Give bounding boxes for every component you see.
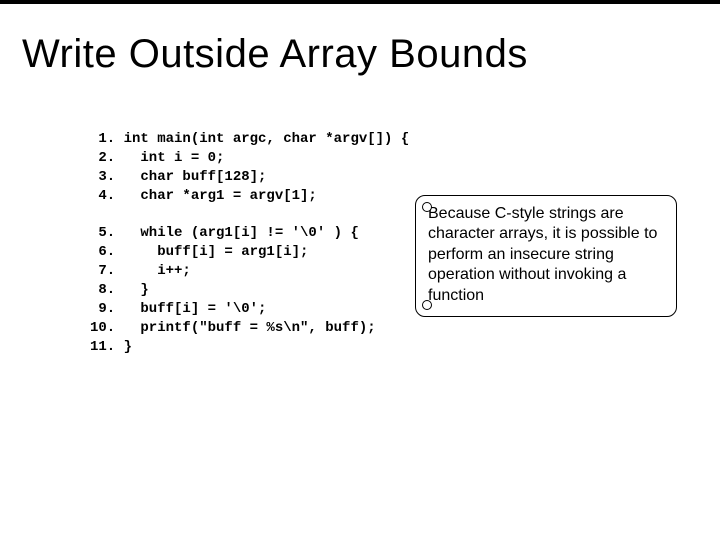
callout-bubble-icon	[422, 300, 432, 310]
code-block: 1. int main(int argc, char *argv[]) { 2.…	[90, 130, 409, 357]
code-line: 8. }	[90, 282, 149, 298]
code-line: 2. int i = 0;	[90, 150, 224, 166]
code-line: 10. printf("buff = %s\n", buff);	[90, 320, 376, 336]
callout-bubble-icon	[422, 202, 432, 212]
slide-title: Write Outside Array Bounds	[22, 32, 528, 77]
code-line: 6. buff[i] = arg1[i];	[90, 244, 308, 260]
callout-text: Because C-style strings are character ar…	[428, 205, 657, 304]
code-line: 3. char buff[128];	[90, 169, 266, 185]
slide: Write Outside Array Bounds 1. int main(i…	[0, 0, 720, 540]
top-rule	[0, 0, 720, 4]
code-line: 5. while (arg1[i] != '\0' ) {	[90, 225, 359, 241]
code-line: 11. }	[90, 339, 132, 355]
code-line: 9. buff[i] = '\0';	[90, 301, 266, 317]
callout-box: Because C-style strings are character ar…	[415, 195, 677, 317]
code-line: 4. char *arg1 = argv[1];	[90, 188, 317, 204]
code-line: 1. int main(int argc, char *argv[]) {	[90, 131, 409, 147]
code-line: 7. i++;	[90, 263, 191, 279]
